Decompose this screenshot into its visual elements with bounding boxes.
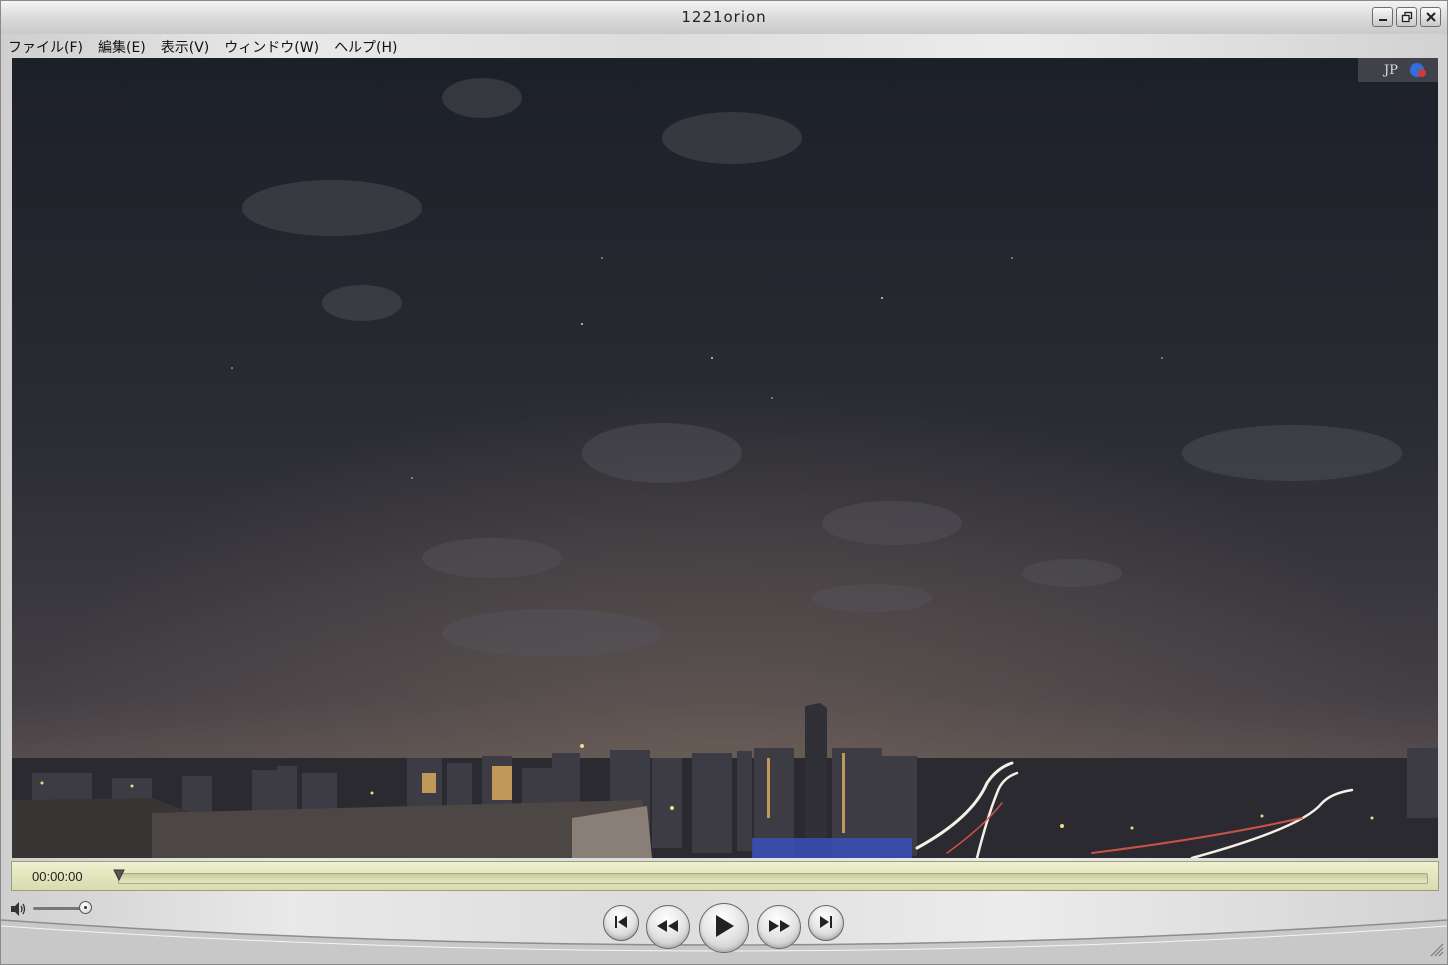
minimize-icon bbox=[1373, 8, 1392, 26]
restore-button[interactable] bbox=[1396, 7, 1417, 27]
playback-controls bbox=[1, 892, 1447, 964]
fast-forward-icon bbox=[766, 918, 792, 937]
skip-to-start-button[interactable] bbox=[603, 905, 639, 941]
rewind-icon bbox=[655, 918, 681, 937]
skip-to-end-icon bbox=[818, 914, 834, 933]
language-indicator[interactable]: JP bbox=[1358, 58, 1438, 82]
menu-view[interactable]: 表示(V) bbox=[161, 34, 217, 56]
menu-edit[interactable]: 編集(E) bbox=[98, 34, 153, 56]
rewind-button[interactable] bbox=[646, 905, 690, 949]
menu-help[interactable]: ヘルプ(H) bbox=[334, 34, 404, 56]
play-icon bbox=[713, 914, 735, 942]
fast-forward-button[interactable] bbox=[757, 905, 801, 949]
window-controls bbox=[1372, 7, 1441, 27]
night-city-skyline-image bbox=[12, 58, 1438, 858]
menu-bar: ファイル(F) 編集(E) 表示(V) ウィンドウ(W) ヘルプ(H) bbox=[1, 34, 1447, 56]
title-bar[interactable]: 1221orion bbox=[1, 1, 1447, 34]
menu-file[interactable]: ファイル(F) bbox=[8, 34, 90, 56]
close-button[interactable] bbox=[1420, 7, 1441, 27]
language-label: JP bbox=[1384, 62, 1398, 78]
video-frame[interactable]: JP bbox=[12, 58, 1438, 858]
player-window: 1221orion ファイル(F) 編集(E) 表示(V) ウィンドウ(W) ヘ… bbox=[0, 0, 1448, 965]
speaker-icon[interactable] bbox=[10, 901, 28, 921]
window-title: 1221orion bbox=[681, 8, 767, 26]
current-time: 00:00:00 bbox=[32, 869, 83, 884]
restore-icon bbox=[1397, 8, 1416, 26]
resize-grip-icon[interactable] bbox=[1428, 941, 1444, 961]
ime-icon bbox=[1408, 61, 1428, 79]
playhead-handle[interactable] bbox=[113, 866, 125, 885]
timeline-bar: 00:00:00 bbox=[11, 861, 1439, 891]
close-icon bbox=[1421, 8, 1440, 26]
skip-to-start-icon bbox=[613, 914, 629, 933]
play-button[interactable] bbox=[699, 903, 749, 953]
scrub-track[interactable] bbox=[118, 873, 1428, 884]
minimize-button[interactable] bbox=[1372, 7, 1393, 27]
volume-slider-knob[interactable] bbox=[79, 901, 92, 914]
skip-to-end-button[interactable] bbox=[808, 905, 844, 941]
menu-window[interactable]: ウィンドウ(W) bbox=[224, 34, 326, 56]
